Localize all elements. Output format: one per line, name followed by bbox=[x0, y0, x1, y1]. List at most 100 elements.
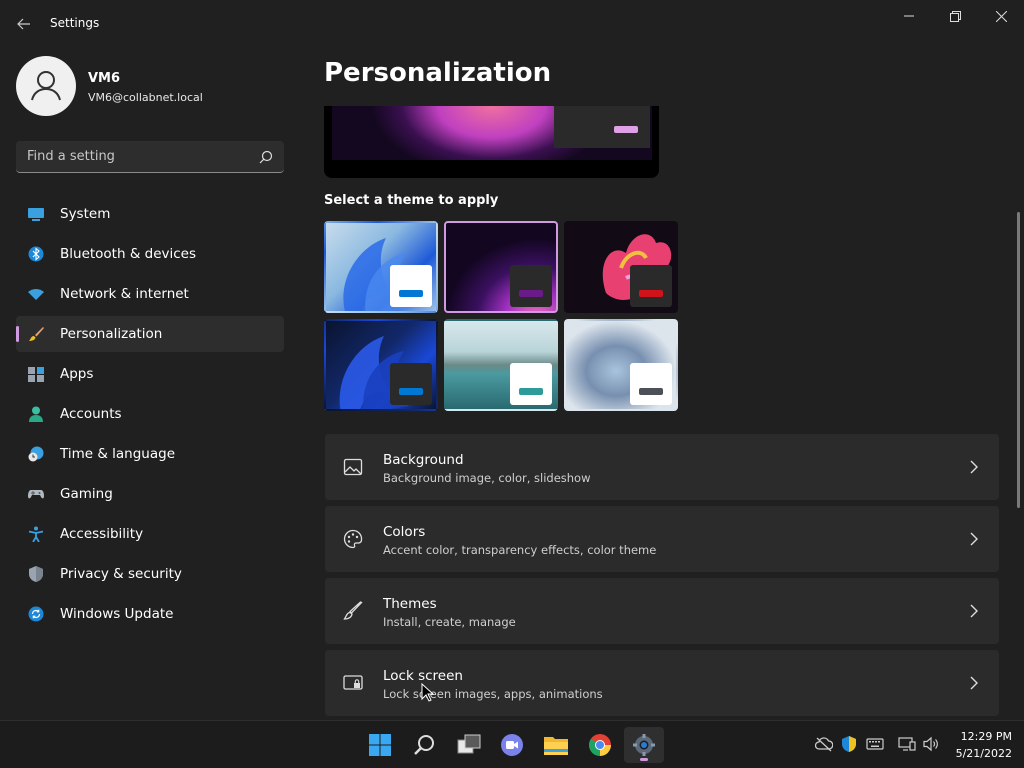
restore-icon bbox=[949, 10, 961, 22]
card-subtitle: Install, create, manage bbox=[383, 615, 516, 629]
avatar bbox=[16, 56, 76, 116]
taskbar-settings[interactable] bbox=[624, 727, 664, 763]
search-icon bbox=[259, 150, 273, 164]
mouse-cursor-icon bbox=[421, 683, 435, 702]
onedrive-icon[interactable] bbox=[815, 735, 833, 753]
sidebar-item-privacy[interactable]: Privacy & security bbox=[16, 556, 284, 592]
time-language-icon bbox=[28, 446, 44, 462]
theme-accent-swatch bbox=[639, 388, 663, 395]
active-app-indicator bbox=[640, 758, 648, 761]
chevron-right-icon bbox=[970, 532, 978, 546]
sidebar-item-apps[interactable]: Apps bbox=[16, 356, 284, 392]
chevron-right-icon bbox=[970, 604, 978, 618]
sidebar-item-system[interactable]: System bbox=[16, 196, 284, 232]
theme-window-preview bbox=[390, 265, 432, 307]
theme-window-preview bbox=[390, 363, 432, 405]
page-title: Personalization bbox=[324, 58, 552, 88]
colors-card[interactable]: Colors Accent color, transparency effect… bbox=[325, 506, 999, 572]
update-icon bbox=[28, 606, 44, 622]
accessibility-icon bbox=[28, 526, 44, 542]
sidebar-item-gaming[interactable]: Gaming bbox=[16, 476, 284, 512]
theme-window-preview bbox=[630, 363, 672, 405]
background-card[interactable]: Background Background image, color, slid… bbox=[325, 434, 999, 500]
sidebar-item-time-language[interactable]: Time & language bbox=[16, 436, 284, 472]
defender-icon[interactable] bbox=[840, 735, 858, 753]
task-view-icon bbox=[457, 734, 481, 754]
sidebar-item-label: Windows Update bbox=[60, 606, 174, 622]
sidebar-item-label: Time & language bbox=[60, 446, 176, 462]
search-icon bbox=[414, 735, 434, 755]
themes-card[interactable]: Themes Install, create, manage bbox=[325, 578, 999, 644]
sidebar-item-accessibility[interactable]: Accessibility bbox=[16, 516, 284, 552]
clock-date[interactable]: 5/21/2022 bbox=[952, 747, 1012, 760]
sidebar-item-label: Accounts bbox=[60, 406, 122, 422]
card-subtitle: Lock screen images, apps, animations bbox=[383, 687, 603, 701]
themes-heading: Select a theme to apply bbox=[324, 193, 499, 208]
sidebar-item-personalization[interactable]: Personalization bbox=[16, 316, 284, 352]
back-button[interactable] bbox=[12, 12, 36, 36]
title-bar: Settings bbox=[0, 0, 1024, 48]
brush-icon bbox=[343, 601, 363, 620]
settings-icon bbox=[633, 734, 655, 756]
theme-captured-motion[interactable] bbox=[564, 221, 678, 313]
teams-chat-icon bbox=[501, 734, 523, 756]
sidebar-item-label: Apps bbox=[60, 366, 94, 382]
gamepad-icon bbox=[28, 490, 44, 499]
display-icon[interactable] bbox=[898, 735, 916, 753]
card-title: Themes bbox=[383, 596, 437, 612]
clock-time[interactable]: 12:29 PM bbox=[952, 730, 1012, 743]
taskbar-file-explorer[interactable] bbox=[536, 727, 576, 763]
theme-window-preview bbox=[630, 265, 672, 307]
image-icon bbox=[343, 458, 363, 476]
volume-icon[interactable] bbox=[922, 735, 940, 753]
system-icon bbox=[28, 208, 44, 221]
search-input[interactable]: Find a setting bbox=[16, 141, 284, 173]
lock-screen-icon bbox=[343, 675, 363, 690]
theme-flow[interactable] bbox=[564, 319, 678, 411]
taskbar-task-view[interactable] bbox=[449, 727, 489, 763]
shield-icon bbox=[29, 566, 43, 582]
sidebar-item-label: Personalization bbox=[60, 326, 163, 342]
sidebar-item-label: Bluetooth & devices bbox=[60, 246, 197, 262]
sidebar-item-accounts[interactable]: Accounts bbox=[16, 396, 284, 432]
taskbar-chrome[interactable] bbox=[580, 727, 620, 763]
theme-windows-light[interactable] bbox=[324, 221, 438, 313]
theme-accent-swatch bbox=[399, 290, 423, 297]
user-name: VM6 bbox=[88, 71, 121, 86]
keyboard-icon[interactable] bbox=[866, 735, 884, 753]
chevron-right-icon bbox=[970, 460, 978, 474]
user-profile[interactable]: VM6 VM6@collabnet.local bbox=[16, 56, 286, 120]
theme-grid bbox=[324, 221, 684, 415]
preview-window bbox=[554, 106, 650, 148]
taskbar-teams-chat[interactable] bbox=[492, 727, 532, 763]
theme-glow[interactable] bbox=[444, 221, 558, 313]
brush-icon bbox=[29, 327, 44, 341]
theme-accent-swatch bbox=[399, 388, 423, 395]
bluetooth-icon bbox=[28, 246, 44, 262]
sidebar-item-windows-update[interactable]: Windows Update bbox=[16, 596, 284, 632]
user-email: VM6@collabnet.local bbox=[88, 91, 203, 104]
sidebar-item-label: Network & internet bbox=[60, 286, 189, 302]
card-title: Background bbox=[383, 452, 464, 468]
card-title: Colors bbox=[383, 524, 426, 540]
theme-sunrise[interactable] bbox=[444, 319, 558, 411]
restore-button[interactable] bbox=[932, 4, 978, 28]
minimize-button[interactable] bbox=[886, 4, 932, 28]
taskbar-search[interactable] bbox=[405, 727, 445, 763]
wifi-icon bbox=[28, 289, 44, 300]
card-subtitle: Background image, color, slideshow bbox=[383, 471, 591, 485]
close-icon bbox=[995, 10, 1007, 22]
theme-window-preview bbox=[510, 265, 552, 307]
close-button[interactable] bbox=[978, 4, 1024, 28]
sidebar-item-network[interactable]: Network & internet bbox=[16, 276, 284, 312]
minimize-icon bbox=[904, 15, 914, 17]
sidebar-item-bluetooth[interactable]: Bluetooth & devices bbox=[16, 236, 284, 272]
accounts-icon bbox=[29, 406, 43, 422]
app-title: Settings bbox=[50, 16, 100, 30]
main-scrollbar[interactable] bbox=[1017, 212, 1020, 508]
theme-preview bbox=[324, 106, 659, 178]
theme-windows-dark[interactable] bbox=[324, 319, 438, 411]
taskbar-start[interactable] bbox=[360, 727, 400, 763]
person-icon bbox=[31, 71, 61, 101]
card-subtitle: Accent color, transparency effects, colo… bbox=[383, 543, 657, 557]
